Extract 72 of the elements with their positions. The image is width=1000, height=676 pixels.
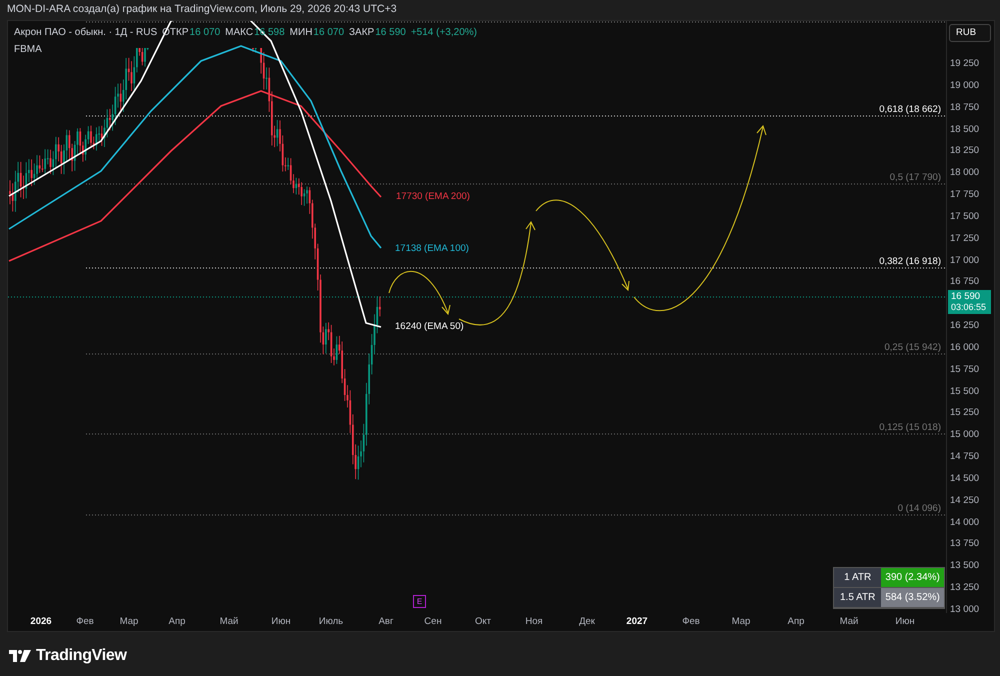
time-axis-label: Апр [168,615,186,629]
time-axis-label: 2027 [626,615,648,629]
ohlc-value: 16 590 [375,26,406,40]
price-axis-label: 15 750 [950,362,980,377]
logo-icon [9,650,31,662]
time-axis-label: Июн [271,615,291,629]
price-axis-label: 13 500 [950,559,980,574]
price-axis-label: 19 000 [950,78,980,93]
fib-level-label: 0,382 (16 918) [879,255,941,269]
last-price: 16 590 [951,291,982,302]
time-axis-label: Окт [475,615,491,629]
ohlc-value: 16 070 [313,26,344,40]
price-axis-label: 17 500 [950,210,980,224]
fib-level-label: 0,618 (18 662) [879,103,941,117]
price-axis-label: 18 000 [950,166,980,180]
time-axis-label: Мар [120,615,138,629]
time-axis-label: Июль [318,615,344,629]
price-axis-label: 14 750 [950,450,980,464]
price-axis-label: 13 750 [950,537,980,552]
table-cell: 584 (3.52%) [881,588,944,608]
time-axis-label: Мар [732,615,750,629]
ohlc-value: 16 070 [190,26,220,40]
indicator-name: FBMA [14,43,42,57]
time-axis-label: Ноя [525,615,543,629]
time-axis-label: Май [220,615,238,629]
price-axis-label: 15 250 [950,406,980,420]
time-axis-label: Апр [788,615,804,629]
price-change: +514 (+3,20%) [410,26,477,40]
currency-button[interactable]: RUB [949,24,991,42]
price-axis-label: 16 000 [950,340,980,355]
price-axis-label: 13 000 [950,603,980,617]
price-axis-label: 17 750 [950,188,980,202]
fib-level-label: 0,5 (17 790) [890,171,941,185]
price-axis-label: 18 250 [950,144,980,158]
time-axis-label: Авг [378,615,394,629]
price-axis-label: 18 750 [950,100,980,115]
ohlc-label: МИН [290,26,312,40]
price-axis-label: 14 250 [950,494,980,508]
time-axis-label: Май [840,615,858,629]
ohlc-label: ЗАКР [349,26,374,40]
price-axis-label: 17 250 [950,232,980,246]
price-axis-label: 16 250 [950,319,980,334]
price-axis-label: 14 000 [950,516,980,530]
fib-level-label: 0,125 (15 018) [879,421,941,435]
symbol-title: Акрон ПАО - обыкн. · 1Д - RUS [14,26,158,40]
table-cell: 1.5 ATR [834,588,882,608]
price-axis-label: 14 500 [950,472,980,486]
moving-average-label: 17138 (EMA 100) [395,242,469,256]
table-cell: 390 (2.34%) [881,568,944,588]
earnings-marker[interactable]: E [413,595,426,608]
time-axis-label: 2026 [30,615,52,629]
bar-countdown: 03:06:55 [951,302,988,313]
table-cell: 1 ATR [834,568,882,588]
ohlc-label: МАКС [225,26,254,40]
fib-level-label: 0 (14 096) [898,502,941,516]
time-axis-label: Июн [895,615,915,629]
time-axis-label: Фев [76,615,94,629]
time-axis-label: Фев [682,615,700,629]
chart-credit: MON-DI-ARA создал(а) график на TradingView.com, Июль 29, 2026 20:43 UTC+3 [7,2,397,18]
price-axis-label: 19 250 [950,57,980,71]
price-axis-label: 18 500 [950,122,980,137]
fib-level-label: 0,25 (15 942) [884,341,941,355]
price-axis-label: 17 000 [950,254,980,268]
brand-name: TradingView [36,646,127,666]
moving-average-label: 16240 (EMA 50) [395,320,464,334]
price-axis-label: 15 500 [950,384,980,399]
price-axis-label: 15 000 [950,428,980,442]
time-axis-label: Сен [424,615,442,629]
moving-average-label: 17730 (EMA 200) [396,190,470,204]
price-axis-label: 13 250 [950,581,980,596]
time-axis-label: Дек [579,615,595,629]
price-axis-label: 16 750 [950,275,980,290]
